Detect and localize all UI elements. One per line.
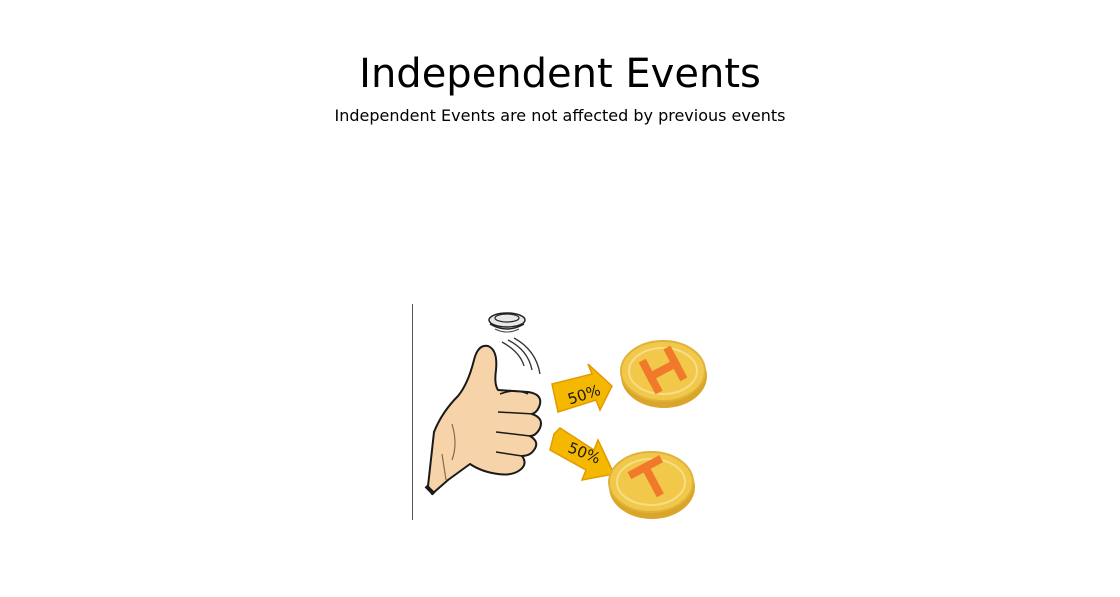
hand-icon [424,344,542,496]
coin-toss-illustration: 50% 50% [412,304,712,520]
page-title: Independent Events [359,51,761,97]
page-subtitle: Independent Events are not affected by p… [334,106,786,125]
heads-coin-icon [620,340,707,408]
arrow-to-tails-icon: 50% [549,427,616,481]
arrow-to-heads-icon: 50% [551,363,613,413]
tails-coin-icon [608,451,695,519]
